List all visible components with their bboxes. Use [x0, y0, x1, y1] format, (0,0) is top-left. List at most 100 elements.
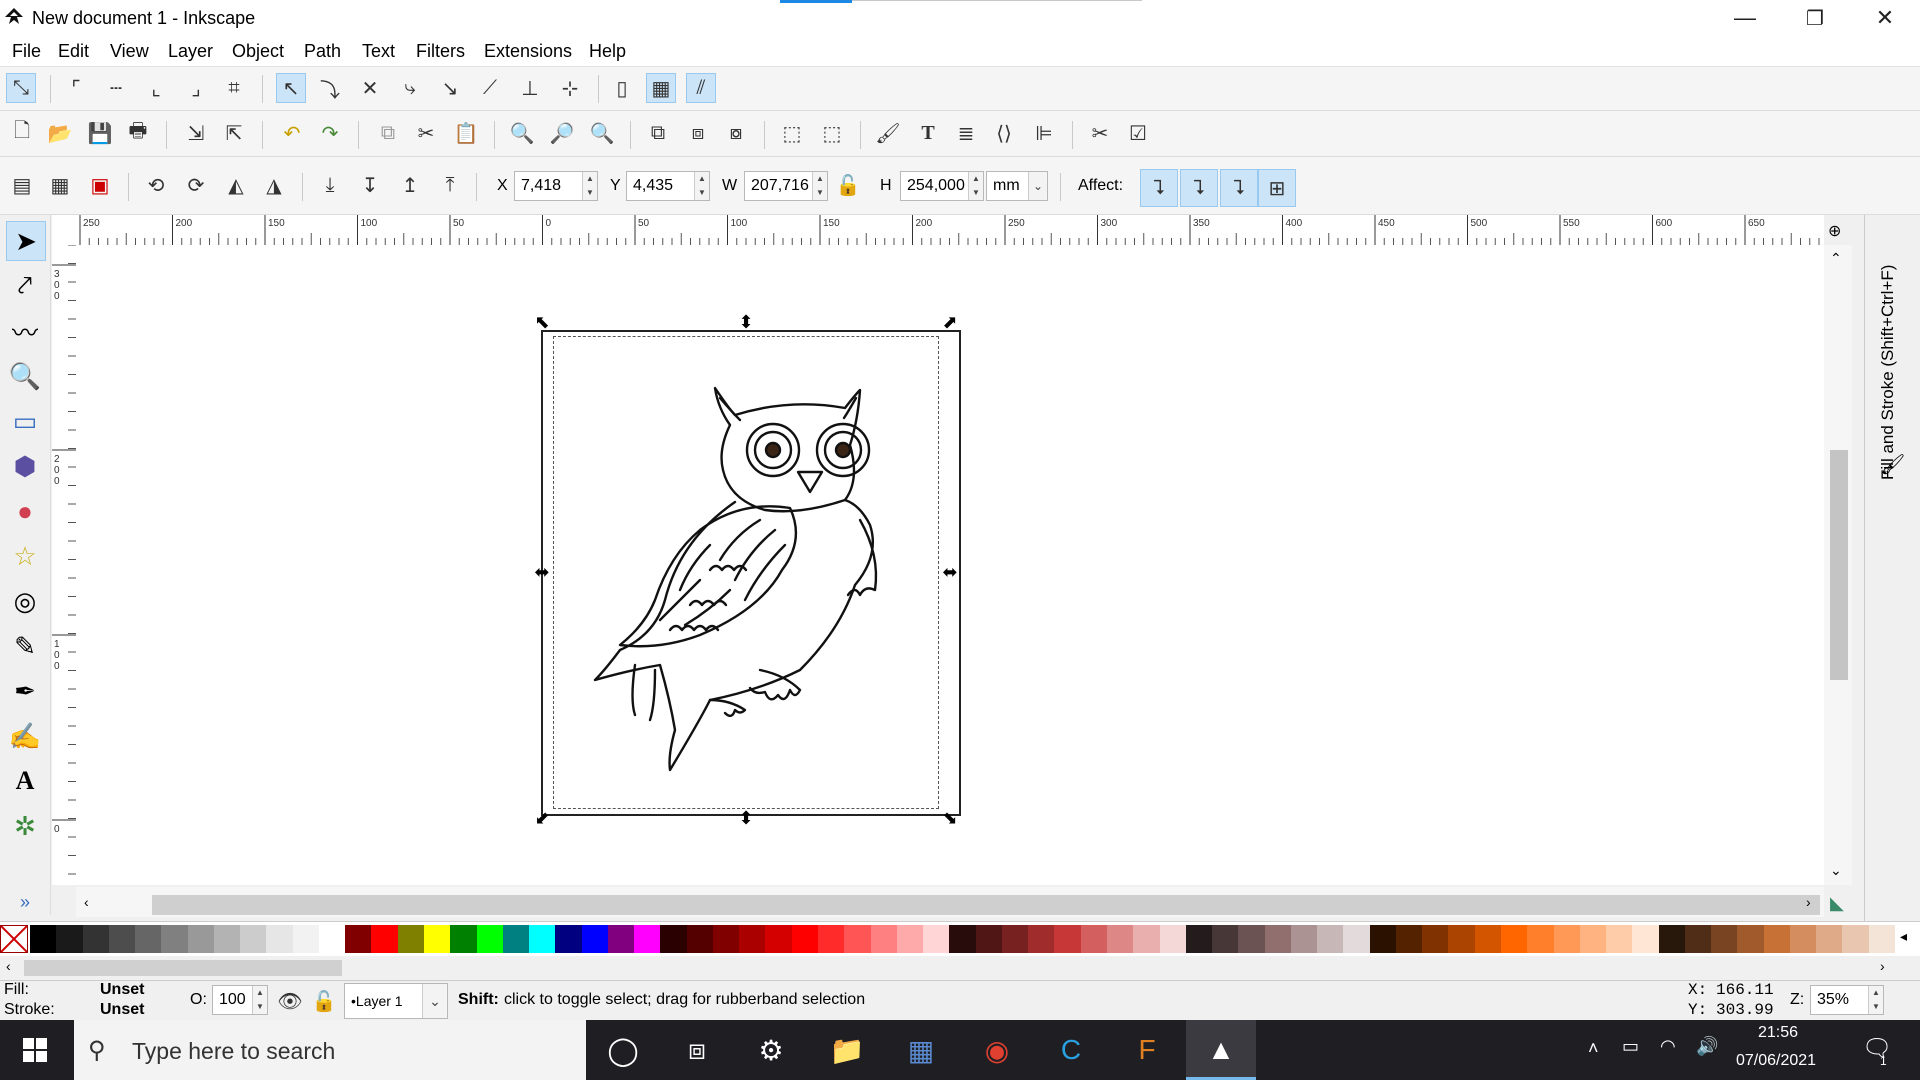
color-swatch[interactable] [187, 925, 215, 953]
layer-select[interactable]: •Layer 1 ⌄ [344, 983, 448, 1019]
color-swatch[interactable] [345, 925, 372, 953]
color-swatch[interactable] [1789, 925, 1817, 953]
restore-button[interactable]: ❐ [1780, 0, 1850, 36]
scroll-left-icon[interactable]: ‹ [84, 894, 89, 910]
snap-toggle-icon[interactable]: ⤡ [6, 73, 36, 103]
save-icon[interactable]: 💾 [86, 119, 114, 147]
settings-gear-icon[interactable]: ⚙ [736, 1020, 806, 1080]
vertical-scroll-thumb[interactable] [1830, 450, 1848, 680]
color-swatch[interactable] [450, 925, 478, 953]
import-icon[interactable]: ⇲ [182, 119, 210, 147]
color-swatch[interactable] [1054, 925, 1082, 953]
horizontal-scroll-thumb[interactable] [152, 895, 1820, 915]
color-managed-view-icon[interactable]: ◣ [1830, 893, 1844, 914]
scale-stroke-icon[interactable]: ⮧ [1140, 169, 1178, 207]
rotate-ccw-icon[interactable]: ⟲ [142, 171, 170, 199]
ellipse-tool-icon[interactable]: ● [6, 492, 44, 530]
x-input[interactable]: 7,418 ▲ ▼ [514, 171, 598, 201]
snap-bbox-corner-icon[interactable]: ⌞ [142, 74, 170, 102]
action-center-icon[interactable]: 🗨 [1862, 1034, 1892, 1063]
lock-layer-icon[interactable]: 🔓 [310, 987, 338, 1015]
snap-cusp-icon[interactable]: ⤷ [396, 74, 424, 102]
color-swatch[interactable] [135, 925, 162, 953]
clone-icon[interactable]: ⧈ [684, 119, 712, 147]
zoom-tool-icon[interactable]: 🔍 [6, 357, 44, 395]
duplicate-icon[interactable]: ⧉ [644, 119, 672, 147]
snap-grid-icon[interactable]: ▦ [646, 73, 676, 103]
snap-rotation-icon[interactable]: ⊹ [556, 74, 584, 102]
color-swatch[interactable] [923, 925, 950, 953]
snap-smooth-icon[interactable]: ↘ [436, 74, 464, 102]
color-swatch[interactable] [1001, 925, 1029, 953]
color-swatch[interactable] [161, 925, 189, 953]
color-swatch[interactable] [607, 925, 635, 953]
color-swatch[interactable] [1422, 925, 1449, 953]
color-swatch[interactable] [1527, 925, 1555, 953]
text-font-icon[interactable]: T [914, 119, 942, 147]
deselect-icon[interactable]: ▣ [86, 171, 114, 199]
paste-icon[interactable]: 📋 [452, 119, 480, 147]
rectangle-tool-icon[interactable]: ▭ [6, 402, 44, 440]
color-swatch[interactable] [1500, 925, 1528, 953]
color-swatch[interactable] [1632, 925, 1660, 953]
color-swatch[interactable] [108, 925, 136, 953]
color-swatch[interactable] [844, 925, 872, 953]
color-swatch[interactable] [739, 925, 766, 953]
windows-start-icon[interactable] [0, 1020, 70, 1080]
cortana-icon[interactable]: ◯ [588, 1020, 658, 1080]
raise-icon[interactable]: ↥ [396, 171, 424, 199]
color-swatch[interactable] [712, 925, 740, 953]
group-icon[interactable]: ⬚ [778, 119, 806, 147]
snap-nodes-icon[interactable]: ↖ [276, 73, 306, 103]
handle-e[interactable]: ⬌ [940, 562, 960, 582]
color-swatch[interactable] [1737, 925, 1765, 953]
lock-ratio-icon[interactable]: 🔓 [834, 171, 862, 199]
handle-nw[interactable]: ⬉ [532, 312, 552, 332]
opacity-input[interactable]: 100 ▲ ▼ [212, 985, 268, 1015]
snap-intersection-icon[interactable]: ✕ [356, 74, 384, 102]
xml-editor-icon[interactable]: ⟨⟩ [990, 119, 1018, 147]
h-input[interactable]: 254,000 ▲ ▼ [900, 171, 984, 201]
color-swatch[interactable] [1106, 925, 1134, 953]
scroll-right-icon[interactable]: › [1806, 894, 1811, 910]
snap-bbox-midpoint-icon[interactable]: ⌟ [182, 74, 210, 102]
zoom-selection-icon[interactable]: 🔍 [508, 119, 536, 147]
color-swatch[interactable] [1264, 925, 1292, 953]
color-swatch[interactable] [1606, 925, 1633, 953]
ccleaner-icon[interactable]: C [1036, 1020, 1106, 1080]
star-tool-icon[interactable]: ☆ [6, 537, 44, 575]
color-swatch[interactable] [1290, 925, 1318, 953]
color-swatch[interactable] [1238, 925, 1266, 953]
fill-stroke-dock-tab[interactable]: Fill and Stroke (Shift+Ctrl+F) [1878, 230, 1908, 480]
zoom-correction-icon[interactable]: ⊕ [1828, 221, 1841, 241]
color-swatch[interactable] [292, 925, 320, 953]
color-swatch[interactable] [371, 925, 399, 953]
3d-box-tool-icon[interactable]: ⬢ [6, 447, 44, 485]
task-view-icon[interactable]: ⧈ [662, 1020, 732, 1080]
no-paint-swatch[interactable] [0, 925, 28, 953]
color-swatch[interactable] [1317, 925, 1344, 953]
open-folder-icon[interactable]: 📂 [46, 119, 74, 147]
move-patterns-icon[interactable]: ⊞ [1258, 169, 1296, 207]
color-swatch[interactable] [529, 925, 556, 953]
selector-tool-icon[interactable]: ➤ [6, 221, 46, 261]
y-input[interactable]: 4,435 ▲ ▼ [626, 171, 710, 201]
color-swatch[interactable] [581, 925, 609, 953]
volume-icon[interactable]: 🔊 [1696, 1036, 1718, 1057]
color-swatch[interactable] [1763, 925, 1791, 953]
color-swatch[interactable] [1185, 925, 1213, 953]
color-swatch[interactable] [1028, 925, 1055, 953]
file-explorer-icon[interactable]: 📁 [812, 1020, 882, 1080]
menu-help[interactable]: Help [589, 41, 626, 62]
zoom-drawing-icon[interactable]: 🔎 [548, 119, 576, 147]
color-swatch[interactable] [397, 925, 425, 953]
spray-tool-icon[interactable]: ✲ [6, 807, 44, 845]
color-swatch[interactable] [1395, 925, 1423, 953]
menu-edit[interactable]: Edit [58, 41, 89, 62]
snap-bbox-icon[interactable]: ⌜ [62, 74, 90, 102]
rotate-cw-icon[interactable]: ⟳ [182, 171, 210, 199]
redo-icon[interactable]: ↷ [316, 119, 344, 147]
flip-vertical-icon[interactable]: ◮ [260, 171, 288, 199]
color-swatch[interactable] [1816, 925, 1843, 953]
color-swatch[interactable] [949, 925, 977, 953]
